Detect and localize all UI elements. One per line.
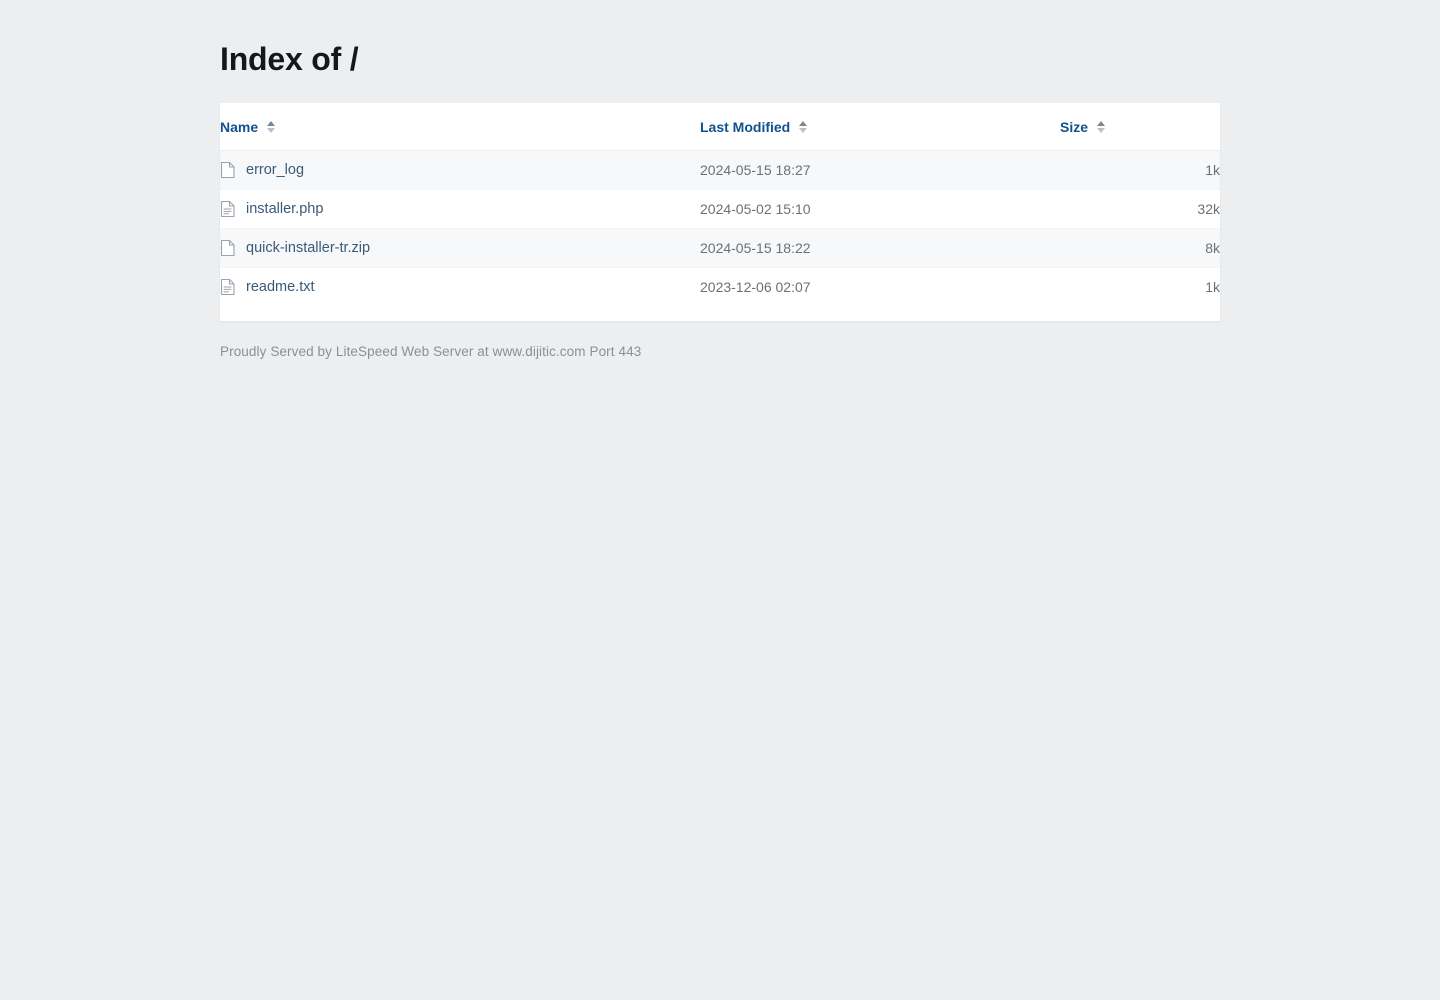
cell-name: error_log	[220, 150, 700, 190]
file-link[interactable]: quick-installer-tr.zip	[246, 240, 370, 256]
file-listing-card: Name Last Modified Size error_log 2024-0…	[220, 103, 1220, 321]
table-header: Name Last Modified Size	[220, 103, 1220, 151]
column-header-name-label: Name	[220, 118, 259, 135]
cell-size: 1k	[1205, 279, 1220, 295]
table-body: error_log 2024-05-15 18:27 1k installer.…	[220, 150, 1220, 307]
sort-icon[interactable]	[799, 120, 808, 133]
cell-name: quick-installer-tr.zip	[220, 228, 700, 268]
cell-last-modified: 2024-05-15 18:22	[700, 228, 1060, 268]
table-row[interactable]: installer.php 2024-05-02 15:10 32k	[220, 189, 1220, 229]
card-bottom-padding	[220, 306, 1220, 321]
table-row[interactable]: readme.txt 2023-12-06 02:07 1k	[220, 267, 1220, 307]
cell-last-modified: 2024-05-02 15:10	[700, 189, 1060, 229]
page-title: Index of /	[220, 41, 359, 77]
content-column: Index of / Name Last Modified Size error…	[220, 0, 1220, 359]
table-header-row: Name Last Modified Size	[220, 103, 1220, 151]
cell-last-modified: 2023-12-06 02:07	[700, 279, 811, 295]
directory-index-page: Index of / Name Last Modified Size error…	[0, 0, 1440, 1000]
cell-name: readme.txt	[220, 268, 700, 307]
table-row[interactable]: quick-installer-tr.zip 2024-05-15 18:22 …	[220, 228, 1220, 268]
cell-name: installer.php	[220, 189, 700, 229]
sort-icon[interactable]	[1097, 120, 1106, 133]
column-header-last-modified-label: Last Modified	[700, 118, 791, 135]
sort-ascending-icon	[1097, 120, 1106, 126]
file-link[interactable]: installer.php	[246, 201, 323, 217]
file-blank-icon	[220, 239, 235, 257]
sort-descending-icon	[1097, 127, 1106, 133]
column-header-name[interactable]: Name	[220, 103, 700, 151]
file-link[interactable]: error_log	[246, 162, 304, 178]
file-text-lines-icon	[220, 200, 235, 218]
sort-ascending-icon	[799, 120, 808, 126]
file-listing-table: Name Last Modified Size error_log 2024-0…	[220, 103, 1220, 306]
table-row[interactable]: error_log 2024-05-15 18:27 1k	[220, 150, 1220, 190]
cell-last-modified: 2024-05-15 18:27	[700, 150, 1060, 190]
cell-size: 1k	[1060, 150, 1220, 190]
sort-descending-icon	[267, 127, 276, 133]
file-blank-icon	[220, 161, 235, 179]
file-text-lines-icon	[220, 278, 235, 296]
column-header-last-modified[interactable]: Last Modified	[700, 103, 1060, 151]
cell-size: 32k	[1060, 189, 1220, 229]
served-by-footer: Proudly Served by LiteSpeed Web Server a…	[220, 344, 642, 359]
column-header-size[interactable]: Size	[1060, 103, 1220, 151]
cell-size: 8k	[1060, 228, 1220, 268]
sort-descending-icon	[799, 127, 808, 133]
sort-icon[interactable]	[267, 120, 276, 133]
column-header-size-label: Size	[1060, 118, 1089, 135]
file-link[interactable]: readme.txt	[246, 279, 315, 295]
sort-ascending-icon	[267, 120, 276, 126]
